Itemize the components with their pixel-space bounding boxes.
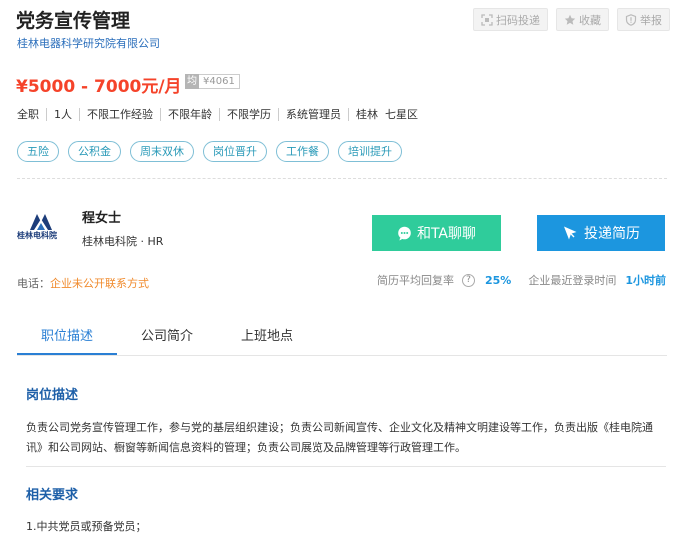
detail-education: 不限学历 — [219, 108, 278, 121]
benefit-tag: 岗位晋升 — [203, 141, 267, 162]
description-title: 岗位描述 — [26, 388, 79, 403]
reply-rate-value: 25% — [485, 273, 512, 287]
top-actions: 扫码投递 收藏 举报 — [473, 8, 670, 31]
detail-headcount: 1人 — [46, 108, 79, 121]
phone-info: 电话：企业未公开联系方式 — [17, 275, 149, 291]
average-salary: 均 ¥4061 — [185, 74, 240, 89]
benefit-tag: 五险 — [17, 141, 59, 162]
detail-experience: 不限工作经验 — [79, 108, 160, 121]
chat-button[interactable]: 和TA聊聊 — [372, 215, 501, 251]
favorite-label: 收藏 — [579, 13, 601, 27]
detail-type: 全职 — [17, 108, 39, 121]
company-name-link[interactable]: 桂林电器科学研究院有限公司 — [17, 35, 160, 51]
tab-work-location[interactable]: 上班地点 — [217, 320, 317, 355]
requirement-item: 1.中共党员或预备党员； — [26, 520, 147, 533]
apply-resume-button[interactable]: 投递简历 — [537, 215, 665, 251]
phone-value: 企业未公开联系方式 — [50, 277, 149, 290]
divider — [17, 178, 667, 179]
recruiter-company: 桂林电科院 · HR — [82, 235, 164, 248]
average-tag: 均 — [185, 74, 199, 89]
benefit-tag: 培训提升 — [338, 141, 402, 162]
job-details: 全职 1人 不限工作经验 不限年龄 不限学历 系统管理员 桂林 七星区 — [17, 108, 425, 121]
scan-apply-label: 扫码投递 — [496, 13, 540, 27]
chat-bubble-icon — [398, 226, 411, 240]
qr-scan-icon — [481, 13, 493, 26]
favorite-button[interactable]: 收藏 — [556, 8, 609, 31]
report-label: 举报 — [640, 13, 662, 27]
help-icon[interactable]: ? — [462, 273, 475, 287]
company-logo-text: 桂林电科院 — [17, 231, 57, 240]
divider — [26, 466, 666, 467]
send-arrow-icon — [564, 226, 577, 240]
company-logo — [30, 214, 52, 230]
report-button[interactable]: 举报 — [617, 8, 670, 31]
phone-label: 电话： — [17, 277, 50, 290]
detail-location: 桂林 七星区 — [348, 108, 425, 121]
tab-company-intro[interactable]: 公司简介 — [117, 320, 217, 355]
requirements-title: 相关要求 — [26, 488, 79, 503]
detail-age: 不限年龄 — [160, 108, 219, 121]
average-value: ¥4061 — [199, 74, 240, 89]
star-icon — [564, 14, 576, 25]
detail-category: 系统管理员 — [278, 108, 348, 121]
company-stats: 简历平均回复率 ? 25% 企业最近登录时间 1小时前 — [377, 272, 666, 288]
salary: ¥5000 - 7000元/月 — [16, 77, 182, 97]
last-login-label: 企业最近登录时间 — [528, 274, 617, 287]
scan-apply-button[interactable]: 扫码投递 — [473, 8, 548, 31]
benefit-tag: 周末双休 — [130, 141, 194, 162]
reply-rate-label: 简历平均回复率 — [377, 274, 454, 287]
job-title: 党务宣传管理 — [16, 10, 131, 32]
chat-label: 和TA聊聊 — [416, 226, 477, 242]
tab-job-description[interactable]: 职位描述 — [17, 320, 117, 355]
detail-tabs: 职位描述 公司简介 上班地点 — [17, 320, 667, 356]
recruiter-name: 程女士 — [82, 211, 122, 226]
apply-label: 投递简历 — [584, 226, 640, 242]
description-text: 负责公司党务宣传管理工作，参与党的基层组织建设；负责公司新闻宣传、企业文化及精神… — [26, 421, 653, 454]
last-login-value: 1小时前 — [625, 274, 666, 287]
benefit-tag: 公积金 — [68, 141, 121, 162]
benefit-tags: 五险 公积金 周末双休 岗位晋升 工作餐 培训提升 — [17, 141, 402, 162]
shield-icon — [625, 13, 637, 26]
benefit-tag: 工作餐 — [276, 141, 329, 162]
